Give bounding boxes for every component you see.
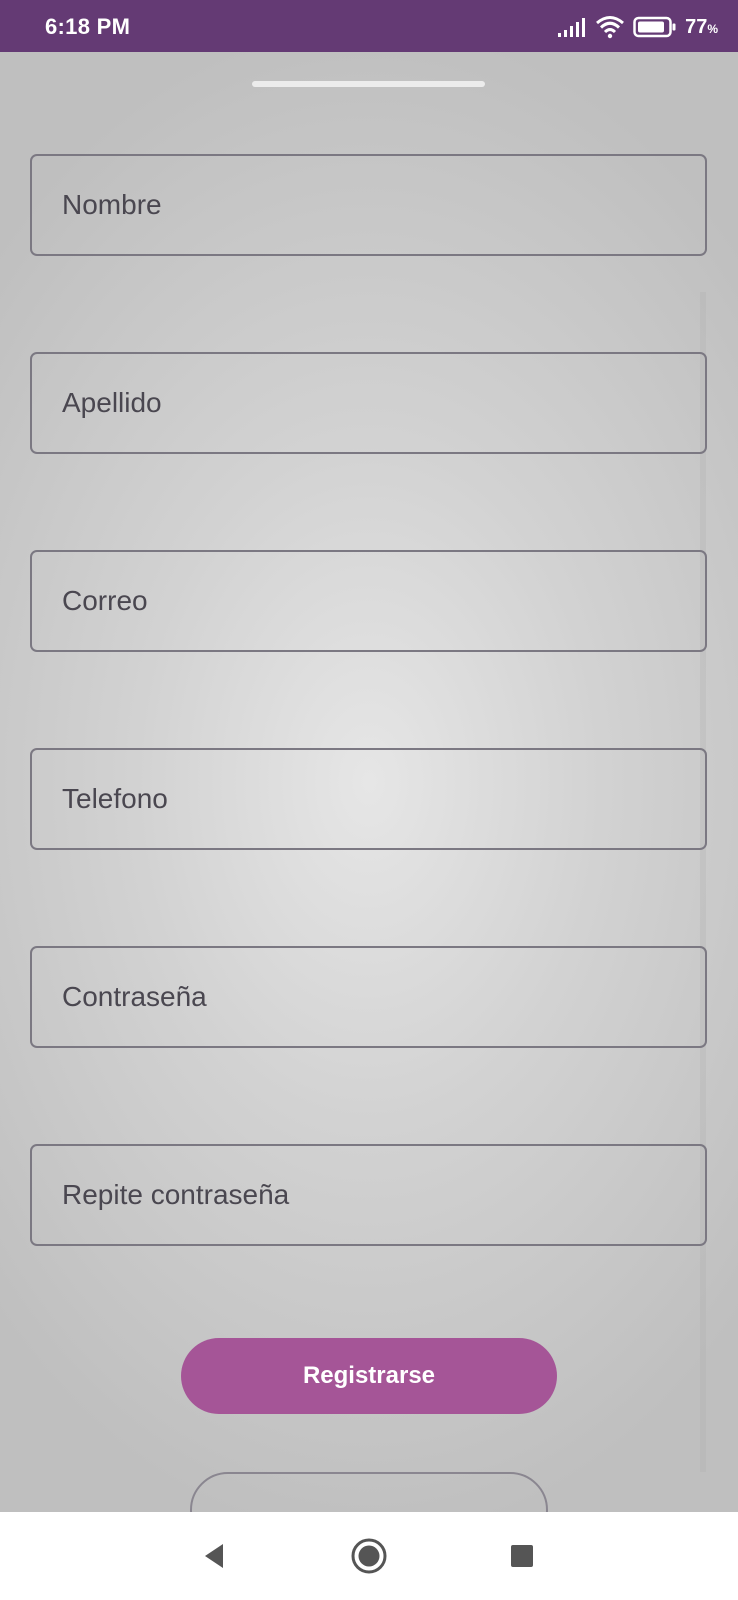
battery-percentage: 77% <box>685 15 718 38</box>
signal-icon <box>557 17 587 37</box>
back-icon[interactable] <box>192 1534 236 1578</box>
apellido-input[interactable] <box>32 354 705 452</box>
nombre-field[interactable] <box>30 154 707 256</box>
sheet-drag-handle[interactable] <box>252 81 485 87</box>
correo-input[interactable] <box>32 552 705 650</box>
telefono-field[interactable] <box>30 748 707 850</box>
registration-sheet: Registrarse <box>0 52 738 1512</box>
home-icon[interactable] <box>347 1534 391 1578</box>
battery-icon <box>633 16 677 38</box>
password-input[interactable] <box>32 948 705 1046</box>
register-button[interactable]: Registrarse <box>181 1338 557 1414</box>
scrollbar[interactable] <box>700 292 706 1472</box>
wifi-icon <box>595 15 625 39</box>
telefono-input[interactable] <box>32 750 705 848</box>
repeat-password-field[interactable] <box>30 1144 707 1246</box>
apellido-field[interactable] <box>30 352 707 454</box>
password-field[interactable] <box>30 946 707 1048</box>
correo-field[interactable] <box>30 550 707 652</box>
navigation-bar <box>0 1512 738 1600</box>
status-time: 6:18 PM <box>45 14 131 39</box>
status-icons: 77% <box>557 14 718 40</box>
status-bar: 6:18 PM 77% <box>0 0 738 52</box>
nombre-input[interactable] <box>32 156 705 254</box>
recents-icon[interactable] <box>500 1534 544 1578</box>
secondary-button[interactable] <box>190 1472 548 1512</box>
repeat-password-input[interactable] <box>32 1146 705 1244</box>
